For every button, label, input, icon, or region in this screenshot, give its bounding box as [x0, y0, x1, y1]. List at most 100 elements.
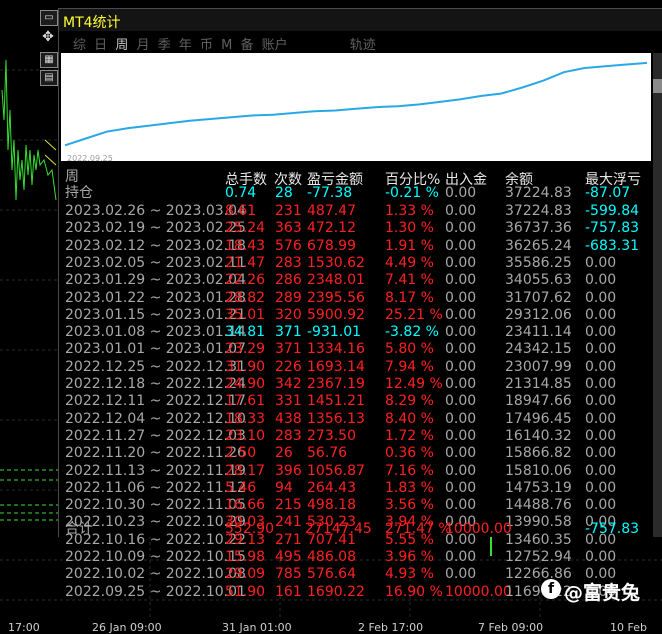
cell-label: 2022.12.18 ~ 2022.12.24 — [65, 376, 246, 392]
tab-quarter[interactable]: 季 — [158, 34, 171, 53]
cell-balance: 12752.94 — [505, 549, 572, 565]
table-row[interactable]: 2022.11.13 ~ 2022.11.19 28.17 396 1056.87 7.… — [59, 463, 659, 480]
table-row[interactable]: 2022.11.27 ~ 2022.12.03 23.10 283 273.50 1.7… — [59, 428, 659, 445]
cell-trades: 5.46 — [225, 479, 257, 496]
watermark: @富贵兔 — [564, 582, 641, 604]
cell-label: 2023.01.29 ~ 2023.02.04 — [65, 272, 246, 289]
cell-max-float: -757.83 — [585, 220, 640, 237]
table-row[interactable]: 2022.12.25 ~ 2022.12.31 31.90 226 1693.14 7.… — [59, 359, 659, 376]
cell-balance: 36737.36 — [505, 220, 572, 237]
total-trades: 552.90 — [225, 521, 274, 537]
cell-pnl: 2395.56 — [307, 289, 365, 306]
cell-balance: 11690.22 — [505, 583, 572, 600]
cell-label: 2023.01.15 ~ 2023.01.21 — [65, 306, 246, 323]
cell-pnl: 1356.13 — [307, 410, 365, 427]
table-row[interactable]: 2022.10.30 ~ 2022.11.05 16.66 215 498.18 3.5… — [59, 497, 659, 514]
table-row[interactable]: 2023.01.15 ~ 2023.01.21 35.01 320 5900.92 25… — [59, 307, 659, 324]
stats-panel: MT4统计 综 日 周 月 季 年 币 M 备 账户 轨迹 2022.09.25… — [58, 8, 662, 600]
table-row[interactable]: 2023.01.08 ~ 2023.01.14 34.81 371 -931.01 -3… — [59, 324, 659, 341]
table-row[interactable]: 2022.12.11 ~ 2022.12.17 17.61 331 1451.21 8.… — [59, 393, 659, 410]
cell-trades: 18.33 — [225, 410, 266, 427]
cell-max-float: 0.00 — [585, 393, 617, 410]
table-row[interactable]: 2023.02.19 ~ 2023.02.25 25.24 363 472.12 1.3… — [59, 220, 659, 237]
cell-max-float: 0.00 — [585, 341, 617, 358]
table-row[interactable]: 2023.01.29 ~ 2023.02.04 22.26 286 2348.01 7.… — [59, 272, 659, 289]
minimize-icon[interactable]: ▭ — [40, 10, 58, 26]
cell-count: 576 — [275, 237, 302, 254]
table-row[interactable]: 2022.10.09 ~ 2022.10.15 15.98 495 486.08 3.9… — [59, 549, 659, 566]
table-row[interactable]: 2022.12.18 ~ 2022.12.24 24.90 342 2367.19 12… — [59, 376, 659, 393]
cell-balance: 36265.24 — [505, 237, 572, 254]
table-row[interactable]: 2022.12.04 ~ 2022.12.10 18.33 438 1356.13 8.… — [59, 411, 659, 428]
cell-label: 2023.02.19 ~ 2023.02.25 — [65, 220, 246, 237]
cell-pnl: 2348.01 — [307, 272, 365, 289]
cell-max-float: 0.00 — [585, 462, 617, 479]
tab-trajectory[interactable]: 轨迹 — [350, 34, 376, 53]
time-label-5: 10 Feb — [610, 621, 647, 634]
time-label-3: 2 Feb 17:00 — [358, 621, 424, 634]
week-column-label: 周 — [65, 169, 79, 185]
cell-pnl: 56.76 — [307, 445, 348, 462]
cell-balance: 23007.99 — [505, 358, 572, 375]
table-row[interactable]: 2023.02.12 ~ 2023.02.18 18.43 576 678.99 1.9… — [59, 238, 659, 255]
cell-pct: 3.96 % — [385, 549, 434, 565]
tab-week[interactable]: 周 — [115, 34, 128, 53]
tab-day[interactable]: 日 — [94, 34, 107, 53]
tab-bar: 综 日 周 月 季 年 币 M 备 账户 轨迹 — [73, 34, 380, 53]
cell-io: 0.00 — [445, 410, 477, 427]
cell-pct: -3.82 % — [385, 324, 439, 341]
time-label-2: 31 Jan 01:00 — [222, 621, 292, 634]
title-bar[interactable]: MT4统计 — [59, 9, 662, 31]
cell-max-float: 0.00 — [585, 324, 617, 341]
tab-account[interactable]: 账户 — [262, 34, 288, 53]
cell-pct: 7.94 % — [385, 358, 434, 375]
cell-count: 215 — [275, 497, 302, 514]
cell-max-float: 0.00 — [585, 479, 617, 496]
cell-io: 0.00 — [445, 445, 477, 462]
scrollbar-thumb[interactable] — [653, 79, 662, 93]
cell-label: 2023.01.01 ~ 2023.01.07 — [65, 341, 246, 358]
position-row[interactable]: 持仓 0.74 28 -77.38 -0.21 % 0.00 37224.83 … — [59, 185, 659, 202]
table-row[interactable]: 2022.11.20 ~ 2022.11.26 2.50 26 56.76 0.36 %… — [59, 445, 659, 462]
table-row[interactable]: 2023.01.01 ~ 2023.01.07 23.29 371 1334.16 5.… — [59, 341, 659, 358]
position-io: 0.00 — [445, 185, 477, 201]
tab-m[interactable]: M — [221, 38, 232, 53]
cell-max-float: 0.00 — [585, 427, 617, 444]
window-title: MT4统计 — [63, 15, 121, 31]
cell-label: 2022.12.04 ~ 2022.12.10 — [65, 410, 246, 427]
cell-pct: 1.91 % — [385, 237, 434, 254]
equity-curve-chart — [61, 53, 651, 161]
cell-label: 2023.02.05 ~ 2023.02.11 — [65, 254, 246, 271]
table-icon[interactable]: ▦ — [40, 52, 58, 68]
total-label: 合计 — [65, 521, 93, 537]
table-row[interactable]: 2023.02.26 ~ 2023.03.04 8.61 231 487.47 1.33… — [59, 203, 659, 220]
position-pnl: -77.38 — [307, 185, 353, 201]
cell-count: 320 — [275, 306, 302, 323]
cell-balance: 34055.63 — [505, 272, 572, 289]
cell-balance: 31707.62 — [505, 289, 572, 306]
tab-overview[interactable]: 综 — [73, 34, 86, 53]
week-label-row: 周 — [59, 169, 659, 186]
tab-currency[interactable]: 币 — [200, 34, 213, 53]
table-row[interactable]: 2022.11.06 ~ 2022.11.12 5.46 94 264.43 1.83 … — [59, 480, 659, 497]
cell-io: 0.00 — [445, 324, 477, 341]
cell-max-float: -683.31 — [585, 237, 640, 254]
cell-label: 2022.11.20 ~ 2022.11.26 — [65, 445, 246, 462]
cell-pnl: 1451.21 — [307, 393, 365, 410]
move-icon[interactable]: ✥ — [40, 30, 56, 44]
grid-icon[interactable]: ▤ — [40, 70, 58, 86]
cell-balance: 15866.82 — [505, 445, 572, 462]
cell-trades: 28.17 — [225, 462, 266, 479]
cell-label: 2022.12.11 ~ 2022.12.17 — [65, 393, 246, 410]
tab-month[interactable]: 月 — [136, 34, 149, 53]
cell-max-float: -599.84 — [585, 203, 640, 219]
tab-notes[interactable]: 备 — [240, 34, 253, 53]
cell-count: 226 — [275, 358, 302, 375]
table-row[interactable]: 2023.01.22 ~ 2023.01.28 28.82 289 2395.56 8.… — [59, 290, 659, 307]
cell-pnl: 576.64 — [307, 566, 356, 583]
table-row[interactable]: 2023.02.05 ~ 2023.02.11 21.47 283 1530.62 4.… — [59, 255, 659, 272]
tab-year[interactable]: 年 — [179, 34, 192, 53]
cell-label: 2022.09.25 ~ 2022.10.01 — [65, 583, 246, 600]
cell-balance: 35586.25 — [505, 254, 572, 271]
cell-pct: 1.30 % — [385, 220, 434, 237]
